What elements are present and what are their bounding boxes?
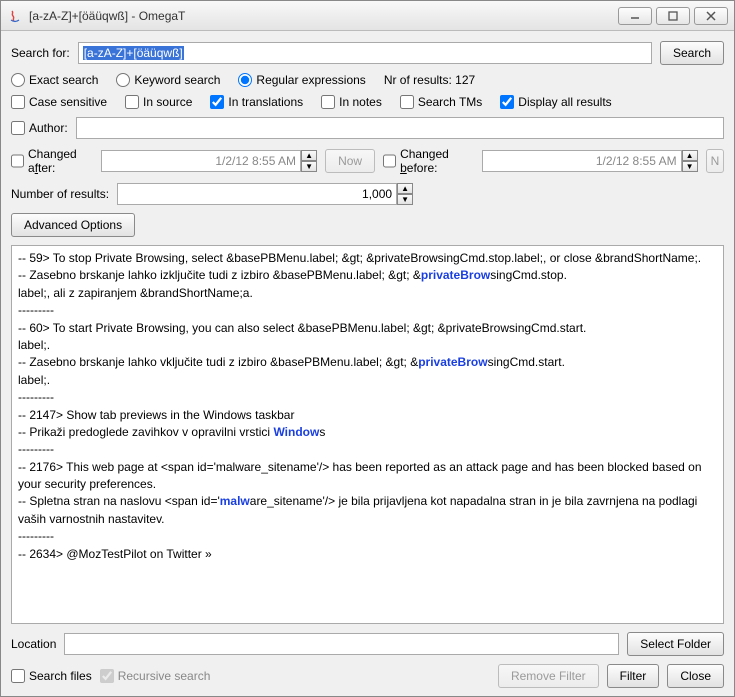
location-label: Location: [11, 637, 56, 651]
spin-down-icon[interactable]: ▼: [301, 161, 317, 172]
exact-search-radio[interactable]: Exact search: [11, 73, 98, 87]
result-separator: ---------: [18, 302, 717, 319]
spin-up-icon[interactable]: ▲: [397, 183, 413, 194]
spin-down-icon[interactable]: ▼: [682, 161, 698, 172]
search-mode-row: Exact search Keyword search Regular expr…: [11, 73, 724, 87]
in-translations-checkbox[interactable]: In translations: [210, 95, 303, 109]
search-input-wrap: [a-zA-Z]+[öäüqwß]: [78, 42, 652, 64]
author-row: Author:: [11, 117, 724, 139]
result-separator: ---------: [18, 528, 717, 545]
spin-down-icon[interactable]: ▼: [397, 194, 413, 205]
result-separator: ---------: [18, 389, 717, 406]
result-line: -- Spletna stran na naslovu <span id='ma…: [18, 493, 717, 528]
footer-row: Search files Recursive search Remove Fil…: [11, 664, 724, 688]
content-area: Search for: [a-zA-Z]+[öäüqwß] Search Exa…: [1, 31, 734, 696]
now-after-button[interactable]: Now: [325, 149, 375, 173]
result-line: -- 60> To start Private Browsing, you ca…: [18, 320, 717, 337]
java-icon: [7, 8, 23, 24]
regex-radio[interactable]: Regular expressions: [238, 73, 365, 87]
changed-after-spinner[interactable]: ▲▼: [301, 150, 317, 172]
remove-filter-button[interactable]: Remove Filter: [498, 664, 599, 688]
spin-up-icon[interactable]: ▲: [682, 150, 698, 161]
num-results-label: Number of results:: [11, 187, 109, 201]
filter-button[interactable]: Filter: [607, 664, 660, 688]
recursive-checkbox: Recursive search: [100, 669, 211, 683]
changed-row: Changed after: ▲▼ Now Changed before: ▲▼…: [11, 147, 724, 175]
num-results-input[interactable]: [117, 183, 397, 205]
changed-after-input[interactable]: [101, 150, 301, 172]
result-line: -- 2147> Show tab previews in the Window…: [18, 407, 717, 424]
search-window: [a-zA-Z]+[öäüqwß] - OmegaT Search for: […: [0, 0, 735, 697]
keyword-search-radio[interactable]: Keyword search: [116, 73, 220, 87]
close-window-button[interactable]: [694, 7, 728, 25]
result-line: -- 59> To stop Private Browsing, select …: [18, 250, 717, 267]
num-results-spinner[interactable]: ▲▼: [397, 183, 413, 205]
nr-results-label: Nr of results: 127: [384, 73, 475, 87]
search-input-selection: [a-zA-Z]+[öäüqwß]: [83, 46, 184, 60]
in-notes-checkbox[interactable]: In notes: [321, 95, 382, 109]
close-button[interactable]: Close: [667, 664, 724, 688]
author-checkbox[interactable]: Author:: [11, 121, 68, 135]
changed-before-input[interactable]: [482, 150, 682, 172]
num-results-row: Number of results: ▲▼: [11, 183, 724, 205]
window-controls: [618, 7, 728, 25]
select-folder-button[interactable]: Select Folder: [627, 632, 724, 656]
window-title: [a-zA-Z]+[öäüqwß] - OmegaT: [29, 9, 618, 23]
in-source-checkbox[interactable]: In source: [125, 95, 192, 109]
maximize-button[interactable]: [656, 7, 690, 25]
result-line: -- Prikaži predoglede zavihkov v opravil…: [18, 424, 717, 441]
result-line: label;.: [18, 372, 717, 389]
location-input[interactable]: [64, 633, 619, 655]
search-files-checkbox[interactable]: Search files: [11, 669, 92, 683]
result-line: -- Zasebno brskanje lahko izključite tud…: [18, 267, 717, 284]
search-input[interactable]: [a-zA-Z]+[öäüqwß]: [78, 42, 652, 64]
case-sensitive-checkbox[interactable]: Case sensitive: [11, 95, 107, 109]
search-row: Search for: [a-zA-Z]+[öäüqwß] Search: [11, 41, 724, 65]
result-line: -- Zasebno brskanje lahko vključite tudi…: [18, 354, 717, 371]
minimize-button[interactable]: [618, 7, 652, 25]
result-line: label;, ali z zapiranjem &brandShortName…: [18, 285, 717, 302]
results-pane[interactable]: -- 59> To stop Private Browsing, select …: [11, 245, 724, 624]
titlebar: [a-zA-Z]+[öäüqwß] - OmegaT: [1, 1, 734, 31]
search-button[interactable]: Search: [660, 41, 724, 65]
changed-before-spinner[interactable]: ▲▼: [682, 150, 698, 172]
spin-up-icon[interactable]: ▲: [301, 150, 317, 161]
author-input[interactable]: [76, 117, 724, 139]
advanced-options-button[interactable]: Advanced Options: [11, 213, 135, 237]
display-all-checkbox[interactable]: Display all results: [500, 95, 611, 109]
search-for-label: Search for:: [11, 46, 70, 60]
changed-after-checkbox[interactable]: Changed after:: [11, 147, 93, 175]
location-row: Location Select Folder: [11, 632, 724, 656]
search-options-row: Case sensitive In source In translations…: [11, 95, 724, 109]
changed-before-checkbox[interactable]: Changed before:: [383, 147, 474, 175]
result-line: -- 2176> This web page at <span id='malw…: [18, 459, 717, 494]
now-before-button[interactable]: N: [706, 149, 724, 173]
result-line: -- 2634> @MozTestPilot on Twitter »: [18, 546, 717, 563]
result-line: label;.: [18, 337, 717, 354]
result-separator: ---------: [18, 441, 717, 458]
search-tms-checkbox[interactable]: Search TMs: [400, 95, 482, 109]
